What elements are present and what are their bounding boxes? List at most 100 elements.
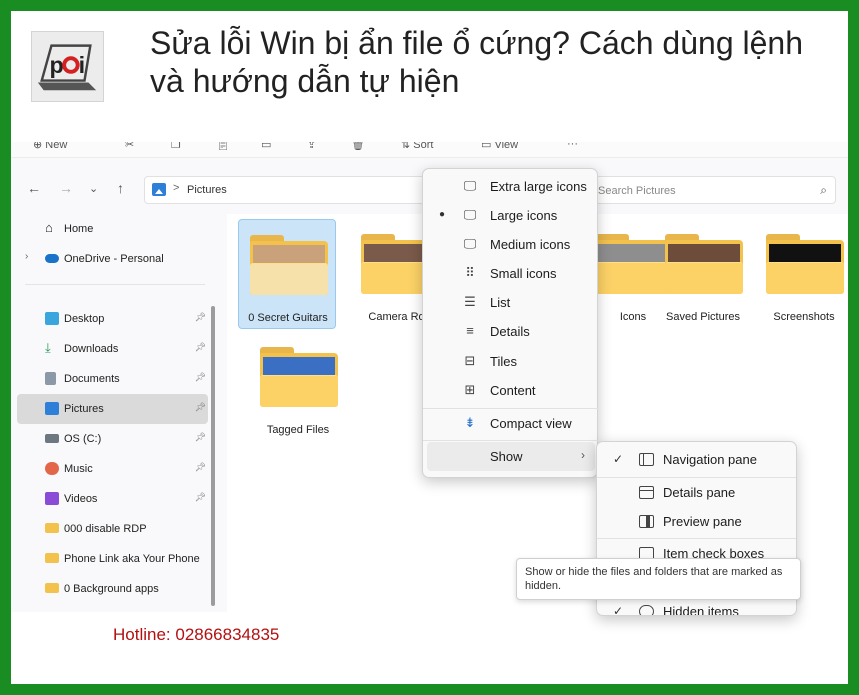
- submenu-item-navigation-pane[interactable]: ✓ Navigation pane: [601, 445, 794, 474]
- submenu-item-preview-pane[interactable]: Preview pane: [601, 507, 794, 536]
- pin-icon[interactable]: 📌︎: [195, 432, 206, 443]
- details-icon: ≡: [466, 323, 474, 338]
- sort-button[interactable]: ⇅ Sort: [401, 142, 433, 151]
- breadcrumb-separator: >: [173, 182, 180, 194]
- submenu-item-details-pane[interactable]: Details pane: [601, 478, 794, 507]
- sidebar-item-os-drive[interactable]: OS (C:) 📌︎: [17, 424, 208, 454]
- search-placeholder: Search Pictures: [598, 185, 676, 197]
- pin-icon[interactable]: 📌︎: [195, 372, 206, 383]
- chevron-right-icon: ›: [581, 448, 585, 462]
- menu-item-list[interactable]: ☰ List: [427, 288, 595, 317]
- sidebar-item-folder-phone-link[interactable]: Phone Link aka Your Phone: [17, 544, 208, 574]
- pin-icon[interactable]: 📌︎: [195, 492, 206, 503]
- sidebar-item-folder-background-apps[interactable]: 0 Background apps: [17, 574, 208, 604]
- view-context-menu: 🖵︎ Extra large icons ● 🖵︎ Large icons 🖵︎…: [422, 168, 599, 478]
- cut-icon[interactable]: ✂: [125, 142, 134, 151]
- delete-icon[interactable]: 🗑︎: [351, 142, 365, 151]
- menu-item-details[interactable]: ≡ Details: [427, 317, 595, 346]
- breadcrumb[interactable]: Pictures: [187, 184, 227, 196]
- folder-icon: [665, 234, 743, 294]
- grid-icon: ⠿: [465, 265, 475, 280]
- folder-item[interactable]: Tagged Files: [249, 332, 347, 442]
- more-icon[interactable]: ···: [567, 142, 578, 150]
- sidebar-item-videos[interactable]: Videos 📌︎: [17, 484, 208, 514]
- check-icon: ✓: [613, 604, 624, 616]
- up-arrow-icon[interactable]: ↑: [117, 180, 124, 196]
- navigation-pane-icon: [639, 453, 654, 466]
- sidebar-item-onedrive[interactable]: › OneDrive - Personal: [17, 244, 208, 274]
- check-icon: ✓: [613, 452, 624, 466]
- music-icon: [45, 462, 59, 475]
- desktop-icon: [45, 312, 59, 325]
- sidebar-item-documents[interactable]: Documents 📌︎: [17, 364, 208, 394]
- view-button[interactable]: ▭ View: [481, 142, 518, 151]
- folder-item[interactable]: Screenshots: [755, 219, 848, 329]
- hidden-items-icon: [639, 605, 654, 615]
- folder-icon: [45, 583, 59, 593]
- menu-item-compact-view[interactable]: ⇟ Compact view: [427, 409, 595, 438]
- monitor-icon: 🖵︎: [463, 207, 477, 222]
- picture-icon: [45, 402, 59, 415]
- home-icon: ⌂: [45, 220, 53, 235]
- monitor-icon: 🖵︎: [463, 236, 477, 251]
- sidebar-item-folder-rdp[interactable]: 000 disable RDP: [17, 514, 208, 544]
- page-title: Sửa lỗi Win bị ẩn file ổ cứng? Cách dùng…: [150, 25, 803, 99]
- search-input[interactable]: Search Pictures ⌕: [589, 176, 836, 204]
- sidebar-item-downloads[interactable]: ⤓ Downloads 📌︎: [17, 334, 208, 364]
- menu-item-large-icons[interactable]: ● 🖵︎ Large icons: [427, 201, 595, 230]
- pin-icon[interactable]: 📌︎: [195, 462, 206, 473]
- pin-icon[interactable]: 📌︎: [195, 342, 206, 353]
- sidebar-item-music[interactable]: Music 📌︎: [17, 454, 208, 484]
- monitor-icon: 🖵︎: [463, 178, 477, 193]
- menu-item-extra-large-icons[interactable]: 🖵︎ Extra large icons: [427, 172, 595, 201]
- list-icon: ☰: [464, 294, 476, 309]
- recent-chevron-icon[interactable]: ⌄: [89, 182, 98, 195]
- sidebar-item-pictures[interactable]: Pictures 📌︎: [17, 394, 208, 424]
- pin-icon[interactable]: 📌︎: [195, 402, 206, 413]
- folder-icon: [45, 553, 59, 563]
- pin-icon[interactable]: 📌︎: [195, 312, 206, 323]
- menu-item-small-icons[interactable]: ⠿ Small icons: [427, 259, 595, 288]
- cloud-icon: [45, 254, 59, 263]
- hidden-items-tooltip: Show or hide the files and folders that …: [516, 558, 801, 600]
- folder-item[interactable]: Saved Pictures: [654, 219, 752, 329]
- sidebar-scrollbar[interactable]: [211, 306, 215, 606]
- folder-icon: [766, 234, 844, 294]
- sidebar-item-desktop[interactable]: Desktop 📌︎: [17, 304, 208, 334]
- pci-logo: p i: [31, 31, 104, 102]
- copy-icon[interactable]: ❐: [171, 142, 181, 151]
- expand-chevron-icon[interactable]: ›: [25, 251, 28, 262]
- rename-icon[interactable]: ▭: [261, 142, 271, 151]
- paste-icon[interactable]: 📋︎: [216, 142, 230, 151]
- sidebar-divider: [25, 284, 205, 285]
- document-icon: [45, 372, 56, 385]
- search-icon[interactable]: ⌕: [820, 183, 827, 198]
- svg-text:i: i: [79, 52, 85, 78]
- folder-item[interactable]: 0 Secret Guitars: [238, 219, 336, 329]
- download-icon: ⤓: [45, 340, 51, 355]
- sidebar-item-home[interactable]: ⌂ Home: [17, 214, 208, 244]
- compact-icon: ⇟: [464, 415, 476, 430]
- svg-text:p: p: [50, 52, 64, 78]
- menu-item-content[interactable]: ⊞ Content: [427, 376, 595, 405]
- tiles-icon: ⊟: [464, 353, 476, 368]
- hotline-text: Hotline: 02866834835: [113, 625, 280, 644]
- address-bar[interactable]: > Pictures: [144, 176, 444, 204]
- command-bar: ⊕ New ✂ ❐ 📋︎ ▭ ⇪ 🗑︎ ⇅ Sort ▭ View ···: [11, 142, 848, 158]
- preview-pane-icon: [639, 515, 654, 528]
- menu-item-show[interactable]: Show ›: [427, 442, 595, 471]
- video-icon: [45, 492, 59, 505]
- menu-item-medium-icons[interactable]: 🖵︎ Medium icons: [427, 230, 595, 259]
- folder-icon: [260, 347, 338, 407]
- folder-icon: [45, 523, 59, 533]
- new-button[interactable]: ⊕ New: [33, 142, 67, 151]
- pictures-icon: [152, 183, 166, 196]
- back-arrow-icon[interactable]: ←: [27, 180, 41, 196]
- navigation-pane: ⌂ Home › OneDrive - Personal Desktop 📌︎ …: [11, 214, 216, 612]
- folder-icon: [250, 235, 328, 295]
- content-icon: ⊞: [464, 382, 476, 397]
- drive-icon: [45, 434, 59, 443]
- menu-item-tiles[interactable]: ⊟ Tiles: [427, 347, 595, 376]
- share-icon[interactable]: ⇪: [307, 142, 316, 151]
- forward-arrow-icon[interactable]: →: [59, 180, 73, 196]
